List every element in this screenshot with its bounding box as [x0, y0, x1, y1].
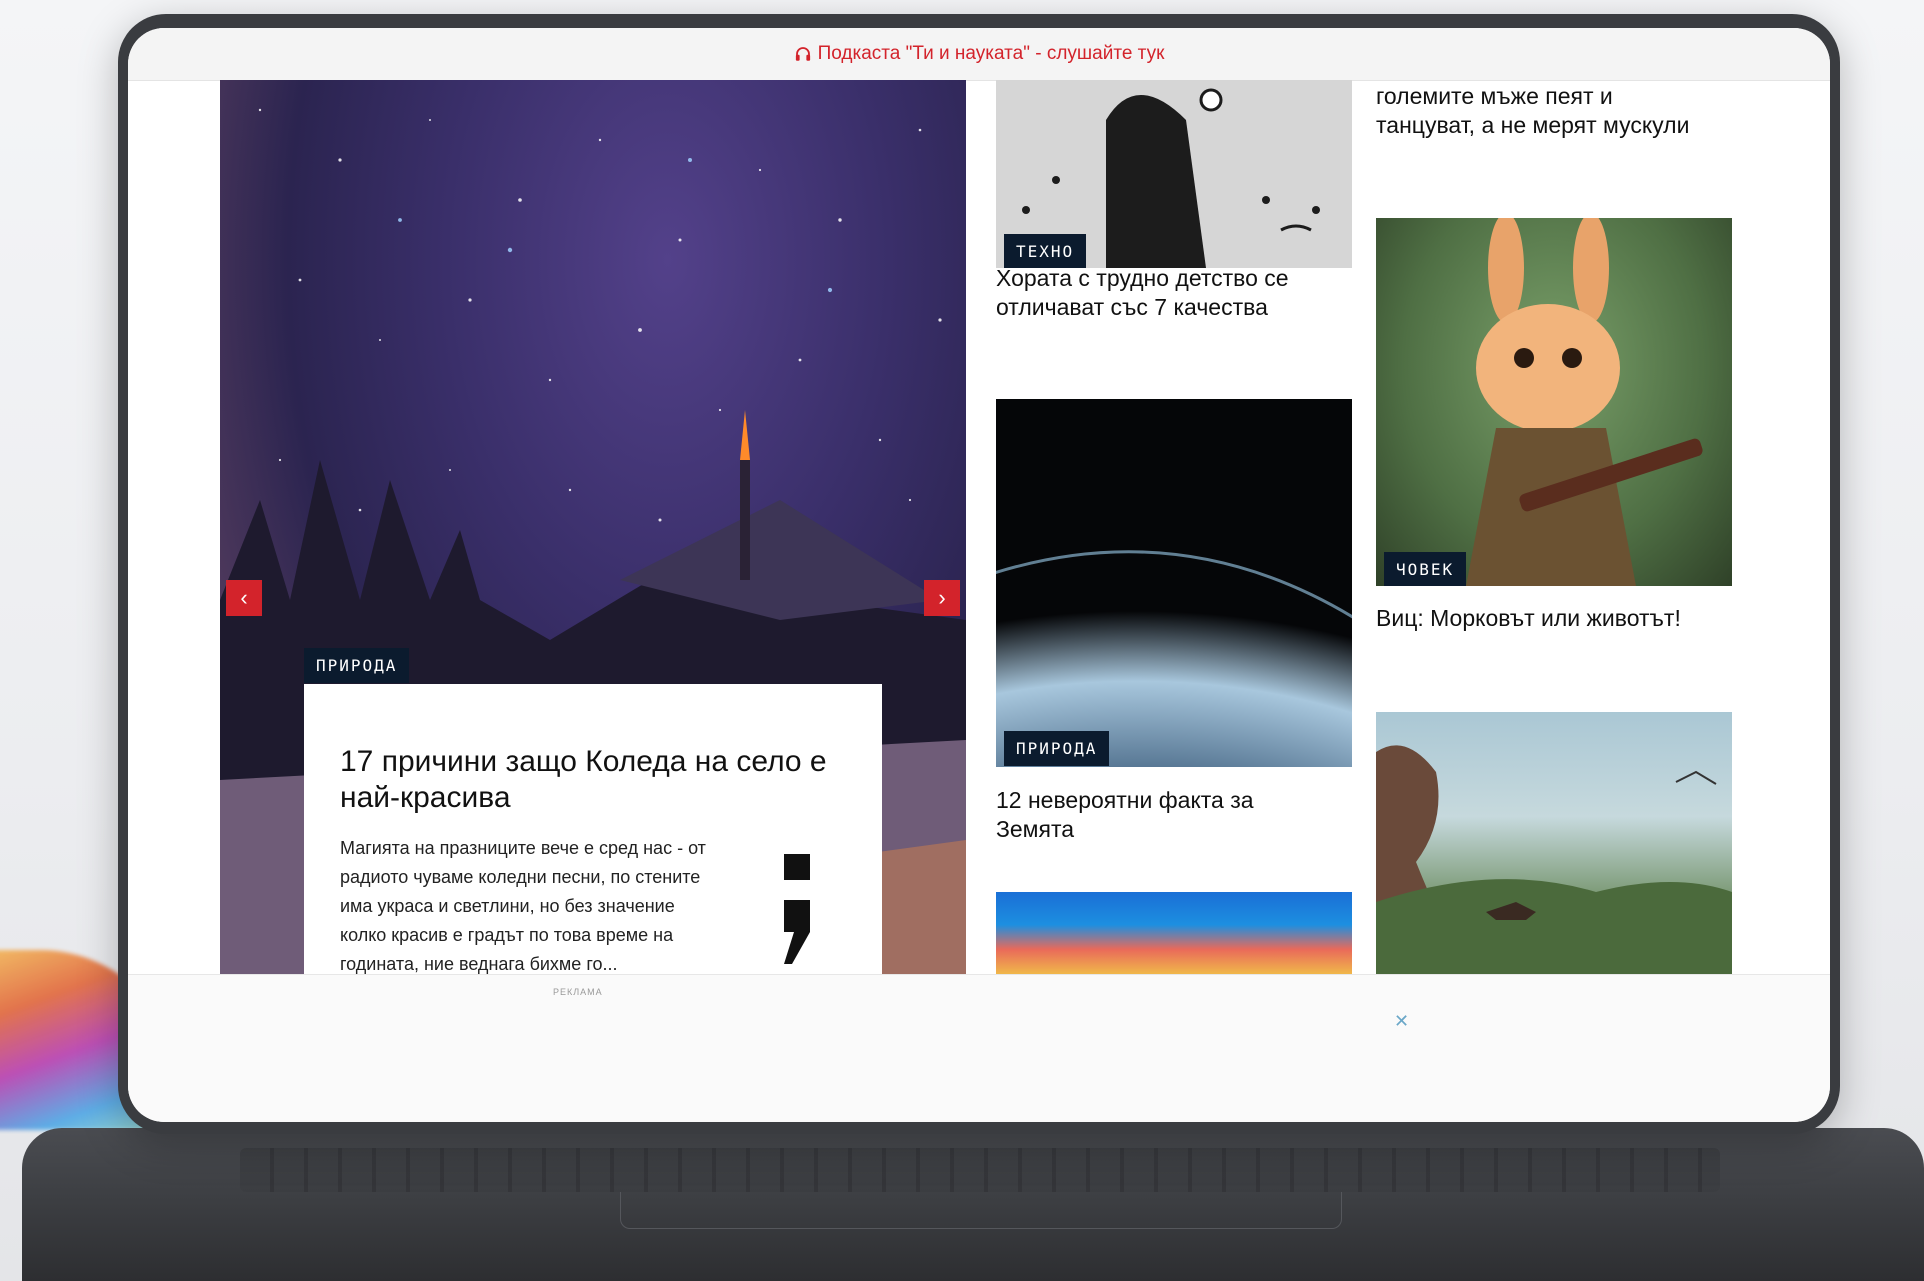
- article-title[interactable]: 12 невероятни факта за Земята: [996, 786, 1336, 844]
- quote-mark-icon: [784, 854, 810, 964]
- headphones-icon: [795, 47, 810, 61]
- article-thumbnail-techno[interactable]: ТЕХНО: [996, 80, 1352, 268]
- browser-screen: Подкаста "Ти и науката" - слушайте тук ‹…: [128, 28, 1830, 1122]
- dinosaur-landscape-image: [1376, 745, 1732, 974]
- category-badge[interactable]: ТЕХНО: [1004, 234, 1087, 268]
- hero-article-excerpt: Магията на празниците вече е сред нас - …: [340, 838, 706, 974]
- ad-banner: РЕКЛАМА ✕: [128, 974, 1830, 1122]
- earth-from-space-image: [996, 550, 1352, 767]
- slider-next-button[interactable]: ›: [924, 580, 960, 616]
- article-title[interactable]: големите мъже пеят и танцуват, а не меря…: [1376, 82, 1706, 140]
- laptop-trackpad: [620, 1192, 1342, 1229]
- article-thumbnail-reef[interactable]: [996, 892, 1352, 974]
- category-badge[interactable]: ЧОВЕК: [1384, 552, 1467, 586]
- chevron-left-icon: ‹: [240, 585, 248, 610]
- article-thumbnail-bunny[interactable]: ЧОВЕК: [1376, 218, 1732, 586]
- chevron-right-icon: ›: [938, 585, 946, 610]
- hero-article-title[interactable]: 17 причини защо Коледа на село е най-кра…: [340, 744, 840, 816]
- article-title[interactable]: Хората с трудно детство се отличават със…: [996, 264, 1336, 322]
- article-thumbnail-dinosaur[interactable]: [1376, 712, 1732, 974]
- hero-article-card[interactable]: ПРИРОДА 17 причини защо Коледа на село е…: [304, 648, 882, 980]
- category-badge[interactable]: ПРИРОДА: [304, 648, 410, 683]
- article-thumbnail-earth[interactable]: ПРИРОДА: [996, 399, 1352, 767]
- slider-prev-button[interactable]: ‹: [226, 580, 262, 616]
- podcast-link[interactable]: Подкаста "Ти и науката" - слушайте тук: [818, 43, 1165, 65]
- article-title[interactable]: Виц: Морковът или животът!: [1376, 604, 1706, 633]
- hero-slider[interactable]: ‹ › ПРИРОДА 17 причини защо Коледа на се…: [220, 80, 966, 980]
- ad-label: РЕКЛАМА: [553, 987, 603, 997]
- bunny-hunter-image: [1466, 218, 1703, 586]
- laptop-keyboard: [240, 1148, 1720, 1192]
- close-icon[interactable]: ✕: [1394, 1011, 1409, 1032]
- podcast-bar[interactable]: Подкаста "Ти и науката" - слушайте тук: [128, 28, 1830, 81]
- category-badge[interactable]: ПРИРОДА: [1004, 731, 1110, 766]
